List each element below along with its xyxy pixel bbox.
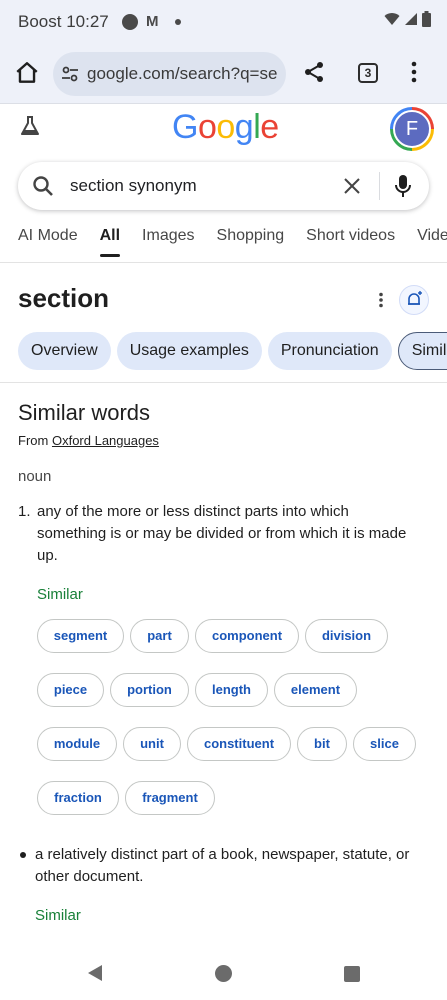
logo-letter: o xyxy=(197,108,217,146)
oxford-languages-link[interactable]: Oxford Languages xyxy=(52,433,159,448)
synonym-chip-constituent[interactable]: constituent xyxy=(187,727,291,761)
share-icon[interactable] xyxy=(302,60,326,84)
definition-text-2: a relatively distinct part of a book, ne… xyxy=(35,846,410,885)
search-input[interactable]: section synonym xyxy=(70,176,197,196)
synonym-chip-segment[interactable]: segment xyxy=(37,619,124,653)
part-of-speech: noun xyxy=(18,468,52,485)
notification-icon xyxy=(122,14,138,30)
labs-flask-icon[interactable] xyxy=(18,114,42,138)
bullet xyxy=(20,852,26,858)
search-tabs: AI Mode All Images Shopping Short videos Vide… xyxy=(18,227,447,259)
more-options-icon[interactable] xyxy=(378,292,384,308)
address-bar[interactable]: google.com/search?q=se xyxy=(53,52,286,96)
url-text[interactable]: google.com/search?q=se xyxy=(87,64,277,84)
status-bar: Boost 10:27 M xyxy=(0,0,447,44)
system-icons xyxy=(384,11,431,27)
tab-videos[interactable]: Videos xyxy=(417,227,447,257)
status-carrier-time: Boost 10:27 xyxy=(18,12,109,31)
divider xyxy=(0,382,447,383)
tab-ai-mode[interactable]: AI Mode xyxy=(18,227,78,257)
browser-menu-icon[interactable] xyxy=(411,61,417,83)
tab-switcher-button[interactable]: 3 xyxy=(358,63,378,83)
follow-alert-button[interactable] xyxy=(399,285,429,315)
system-nav-bar xyxy=(0,945,447,1000)
clear-icon[interactable] xyxy=(340,174,364,198)
home-button-icon[interactable] xyxy=(215,965,232,982)
synonym-chip-fragment[interactable]: fragment xyxy=(125,781,215,815)
google-logo[interactable]: Google xyxy=(172,108,279,147)
logo-letter: o xyxy=(216,108,235,146)
divider xyxy=(0,262,447,263)
wifi-icon xyxy=(384,13,400,25)
synonym-chip-bit[interactable]: bit xyxy=(297,727,347,761)
tab-all[interactable]: All xyxy=(99,227,121,257)
logo-letter: e xyxy=(260,108,279,146)
search-icon xyxy=(33,176,53,196)
tab-shopping[interactable]: Shopping xyxy=(217,227,285,257)
synonym-chip-piece[interactable]: piece xyxy=(37,673,104,707)
synonym-chip-part[interactable]: part xyxy=(130,619,189,653)
logo-letter: g xyxy=(234,108,254,146)
synonym-chip-length[interactable]: length xyxy=(195,673,268,707)
synonym-chip-portion[interactable]: portion xyxy=(110,673,189,707)
definition-number: 1. xyxy=(18,503,31,520)
chip-overview[interactable]: Overview xyxy=(18,332,111,370)
word-heading: section xyxy=(18,283,110,313)
browser-toolbar: google.com/search?q=se 3 xyxy=(0,44,447,104)
search-divider xyxy=(379,172,380,200)
word-chip-row: Overview Usage examples Pronunciation Simil… xyxy=(18,332,447,372)
chip-usage-examples[interactable]: Usage examples xyxy=(116,332,262,370)
signal-icon xyxy=(405,13,417,25)
chip-pronunciation[interactable]: Pronunciation xyxy=(267,332,392,370)
synonym-chip-fraction[interactable]: fraction xyxy=(37,781,119,815)
synonym-chip-division[interactable]: division xyxy=(305,619,388,653)
synonym-chip-slice[interactable]: slice xyxy=(353,727,416,761)
dictionary-source: From Oxford Languages xyxy=(18,433,159,448)
definition-text: any of the more or less distinct parts i… xyxy=(37,503,407,564)
synonym-chip-unit[interactable]: unit xyxy=(123,727,181,761)
bell-plus-icon xyxy=(408,291,422,305)
battery-icon xyxy=(422,11,431,27)
synonym-chip-element[interactable]: element xyxy=(274,673,357,707)
site-settings-icon[interactable] xyxy=(61,65,79,83)
microphone-icon[interactable] xyxy=(393,173,413,199)
gmail-icon: M xyxy=(146,13,159,30)
tab-images[interactable]: Images xyxy=(142,227,194,257)
account-avatar[interactable]: F xyxy=(390,107,434,151)
similar-label-2: Similar xyxy=(35,907,81,924)
tab-short-videos[interactable]: Short videos xyxy=(306,227,395,257)
logo-letter: G xyxy=(172,108,198,146)
chip-similar[interactable]: Similar xyxy=(397,332,447,370)
synonym-chip-component[interactable]: component xyxy=(195,619,299,653)
search-box[interactable]: section synonym xyxy=(18,162,429,210)
home-icon[interactable] xyxy=(14,60,40,86)
avatar-letter: F xyxy=(393,110,431,148)
more-notifications-icon xyxy=(175,19,181,25)
back-icon[interactable] xyxy=(86,964,104,982)
similar-words-title: Similar words xyxy=(18,400,151,425)
recents-icon[interactable] xyxy=(344,966,360,982)
similar-label: Similar xyxy=(37,586,83,603)
synonym-chip-module[interactable]: module xyxy=(37,727,117,761)
